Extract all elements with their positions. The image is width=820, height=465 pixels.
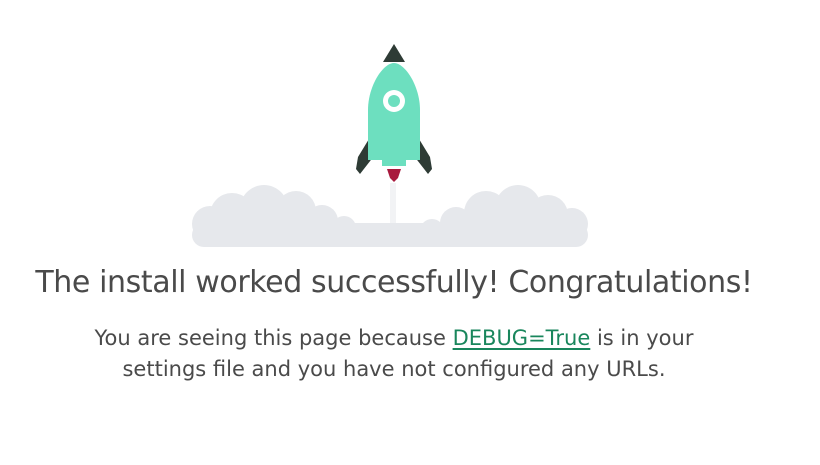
rocket-flame bbox=[387, 169, 401, 182]
page-title: The install worked successfully! Congrat… bbox=[35, 265, 753, 300]
rocket-illustration bbox=[180, 38, 600, 250]
rocket-window bbox=[388, 95, 400, 107]
description-line-2: settings file and you have not configure… bbox=[122, 357, 666, 381]
description-text-before-link: You are seeing this page because bbox=[94, 326, 453, 350]
description-line-1: You are seeing this page because DEBUG=T… bbox=[0, 323, 788, 354]
rocket-base bbox=[382, 160, 406, 166]
rocket-nose-cone bbox=[383, 44, 405, 62]
page-description: You are seeing this page because DEBUG=T… bbox=[0, 323, 788, 385]
description-text-after-link: is in your bbox=[590, 326, 694, 350]
debug-docs-link[interactable]: DEBUG=True bbox=[453, 326, 591, 350]
rocket-launch-graphic bbox=[192, 44, 588, 247]
page: The install worked successfully! Congrat… bbox=[0, 0, 820, 465]
